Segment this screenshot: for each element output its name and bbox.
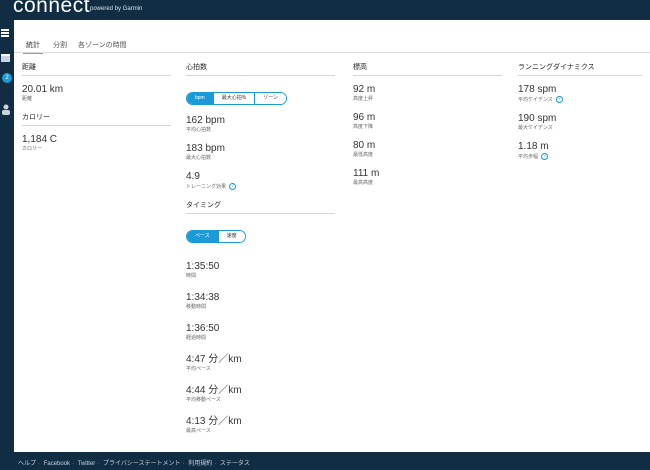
training-effect-row: トレーニング効果?	[186, 183, 335, 191]
powered-by-label: powered by Garmin	[90, 6, 143, 12]
toggle-speed[interactable]: 速度	[217, 230, 245, 242]
min-elevation-value: 80 m	[353, 140, 376, 151]
max-hr-label: 最大心拍数	[186, 155, 212, 161]
elevation-loss-label: 高度下降	[353, 124, 374, 130]
avg-stride-label: 平均歩幅	[518, 153, 539, 160]
footer-links: ヘルプ · Facebook · Twitter · プライバシーステートメント · 利…	[18, 461, 250, 467]
help-icon[interactable]: ?	[541, 152, 549, 160]
user-icon[interactable]	[0, 102, 14, 116]
footer-link-status[interactable]: ステータス	[220, 461, 250, 467]
avg-stride-value: 1.18 m	[518, 140, 549, 152]
help-icon[interactable]: ?	[229, 183, 237, 190]
notification-badge[interactable]: 2	[2, 73, 12, 83]
toggle-max-hr-percent[interactable]: 最大心拍%	[212, 93, 255, 104]
avg-pace-label: 平均ペース	[186, 365, 211, 372]
elevation-loss-value: 96 m	[353, 112, 376, 123]
calories-title: カロリー	[22, 112, 171, 126]
time-value: 1:35:50	[186, 260, 220, 272]
calendar-icon[interactable]	[0, 50, 14, 64]
moving-time-value: 1:34:38	[186, 291, 220, 303]
avg-cadence-label: 平均ケイデンス	[518, 96, 553, 103]
footer-link-terms[interactable]: 利用規約	[188, 461, 212, 467]
max-elevation-label: 最高高度	[353, 180, 374, 186]
elapsed-time-value: 1:36:50	[186, 322, 220, 334]
distance-value: 20.01 km	[22, 84, 64, 95]
distance-title: 距離	[22, 62, 171, 76]
elevation-title: 標高	[353, 62, 502, 76]
stats-tabs: 統計 分割 各ゾーンの時間	[14, 36, 650, 54]
column-heart-timing: 心拍数 bpm 最大心拍% ゾーン 162 bpm 平均心拍数 183 bpm …	[186, 62, 335, 444]
moving-time-label: 移動時間	[186, 303, 207, 310]
avg-stride-row: 平均歩幅?	[518, 152, 642, 161]
menu-icon[interactable]	[0, 26, 14, 40]
toggle-zone[interactable]: ゾーン	[254, 93, 286, 104]
avg-cadence-value: 178 spm	[518, 84, 557, 95]
training-effect-value: 4.9	[186, 171, 200, 182]
elevation-gain-label: 高度上昇	[353, 96, 374, 102]
elevation-gain-value: 92 m	[353, 84, 376, 95]
help-icon[interactable]: ?	[555, 96, 563, 103]
avg-hr-label: 平均心拍数	[186, 127, 212, 133]
toggle-bpm[interactable]: bpm	[187, 93, 213, 104]
avg-pace-value: 4:47 分／km	[186, 353, 242, 365]
column-running-dynamics: ランニングダイナミクス 178 spm 平均ケイデンス? 190 spm 最大ケ…	[518, 62, 642, 170]
tab-time-in-zones[interactable]: 各ゾーンの時間	[78, 40, 127, 50]
footer-link-help[interactable]: ヘルプ	[18, 461, 36, 467]
avg-moving-pace-value: 4:44 分／km	[186, 384, 242, 396]
avg-hr-value: 162 bpm	[186, 115, 225, 126]
footer-link-facebook[interactable]: Facebook	[44, 461, 70, 467]
column-distance-calories: 距離 20.01 km 距離 カロリー 1,184 C カロリー	[22, 62, 171, 162]
distance-label: 距離	[22, 96, 33, 102]
footer-link-privacy[interactable]: プライバシーステートメント	[103, 461, 181, 467]
top-bar: connect powered by Garmin	[0, 0, 650, 20]
tab-stats[interactable]: 統計	[23, 40, 43, 54]
time-label: 時間	[186, 272, 197, 279]
training-effect-label: トレーニング効果	[186, 183, 227, 190]
min-elevation-label: 最低高度	[353, 152, 374, 158]
activity-stats-panel: 統計 分割 各ゾーンの時間 距離 20.01 km 距離 カロリー 1,184 …	[14, 20, 650, 452]
pace-speed-toggle: ペース 速度	[186, 229, 246, 243]
max-cadence-value: 190 spm	[518, 112, 557, 124]
connect-logo[interactable]: connect	[13, 0, 90, 18]
max-hr-value: 183 bpm	[186, 143, 225, 154]
footer-link-twitter[interactable]: Twitter	[78, 461, 96, 467]
avg-moving-pace-label: 平均移動ペース	[186, 396, 221, 403]
elapsed-time-label: 経過時間	[186, 334, 207, 341]
calories-label: カロリー	[22, 146, 43, 152]
column-elevation: 標高 92 m 高度上昇 96 m 高度下降 80 m 最低高度 111 m 最…	[353, 62, 502, 196]
max-cadence-label: 最大ケイデンス	[518, 124, 553, 131]
best-pace-value: 4:13 分／km	[186, 415, 242, 427]
heart-rate-title: 心拍数	[186, 62, 335, 76]
tab-splits[interactable]: 分割	[53, 40, 67, 50]
running-dynamics-title: ランニングダイナミクス	[518, 62, 642, 76]
left-rail: 2	[0, 20, 14, 452]
max-elevation-value: 111 m	[353, 168, 380, 179]
timing-title: タイミング	[186, 200, 335, 214]
calories-value: 1,184 C	[22, 134, 58, 145]
heart-rate-unit-toggle: bpm 最大心拍% ゾーン	[186, 92, 287, 105]
avg-cadence-row: 平均ケイデンス?	[518, 96, 642, 104]
toggle-pace[interactable]: ペース	[187, 230, 218, 242]
best-pace-label: 最高ペース	[186, 427, 211, 434]
